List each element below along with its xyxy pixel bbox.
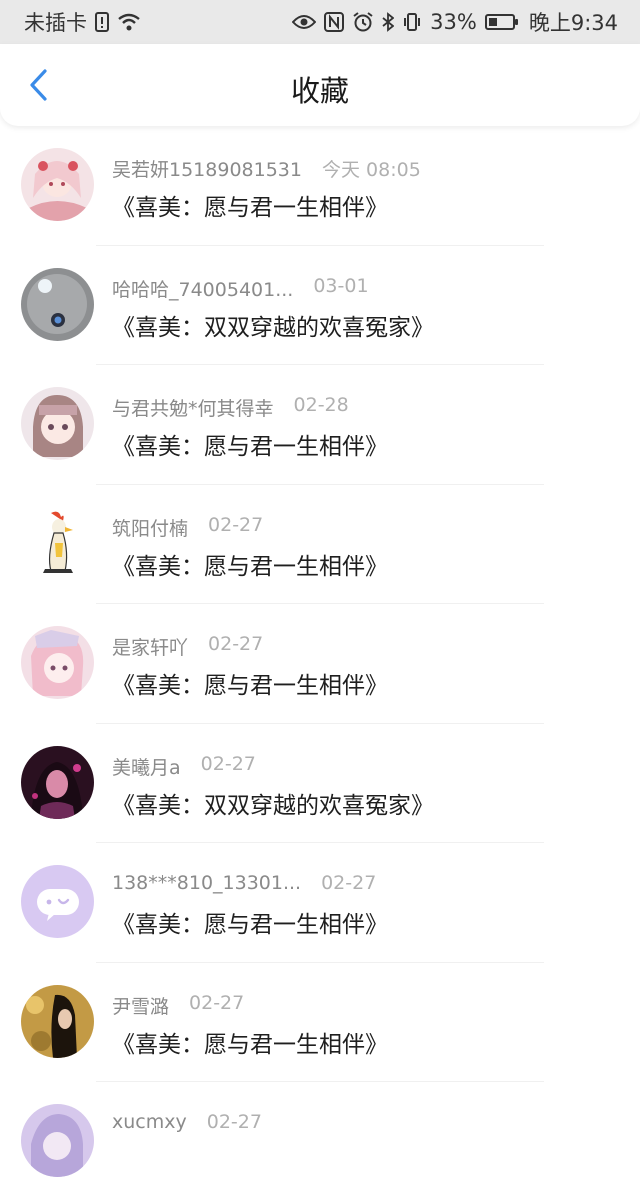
avatar[interactable] <box>21 865 94 938</box>
clock-time: 晚上9:34 <box>528 11 618 35</box>
list-item[interactable]: 哈哈哈_74005401... 03-01 《喜美：双双穿越的欢喜冤家》 <box>0 246 640 365</box>
item-date: 今天 08:05 <box>321 159 421 181</box>
user-name: 与君共勉*何其得幸 <box>112 398 274 420</box>
chevron-left-icon <box>30 69 47 101</box>
book-title: 《喜美：愿与君一生相伴》 <box>112 912 388 938</box>
list-item[interactable]: 筑阳付楠 02-27 《喜美：愿与君一生相伴》 <box>0 485 640 604</box>
carrier-label: 未插卡 <box>24 11 87 35</box>
page-title: 收藏 <box>290 74 349 108</box>
avatar[interactable] <box>21 267 94 341</box>
nfc-icon <box>324 12 345 32</box>
item-date: 02-27 <box>321 872 377 894</box>
list-item[interactable]: 尹雪潞 02-27 《喜美：愿与君一生相伴》 <box>0 963 640 1082</box>
app-header: 收藏 <box>0 44 640 126</box>
eye-icon <box>292 14 317 30</box>
user-name: xucmxy <box>112 1111 187 1133</box>
avatar[interactable] <box>21 506 94 580</box>
item-date: 02-27 <box>189 991 245 1014</box>
item-meta: xucmxy 02-27 <box>112 1111 262 1133</box>
item-meta: 哈哈哈_74005401... 03-01 <box>112 275 369 302</box>
item-meta: 与君共勉*何其得幸 02-28 <box>112 394 349 421</box>
user-name: 筑阳付楠 <box>112 517 189 540</box>
item-date: 02-27 <box>208 633 264 655</box>
avatar[interactable] <box>21 745 94 819</box>
user-name: 是家轩吖 <box>112 637 189 659</box>
item-meta: 138***810_13301... 02-27 <box>112 872 376 894</box>
avatar[interactable] <box>21 984 94 1058</box>
item-date: 02-27 <box>206 1111 262 1133</box>
status-right: 33% 晚上9:34 <box>292 7 618 37</box>
item-meta: 是家轩吖 02-27 <box>112 633 263 660</box>
item-date: 02-28 <box>293 394 349 416</box>
book-title: 《喜美：双双穿越的欢喜冤家》 <box>112 314 434 341</box>
item-date: 03-01 <box>313 274 369 297</box>
book-title: 《喜美：愿与君一生相伴》 <box>112 673 388 699</box>
item-meta: 筑阳付楠 02-27 <box>112 514 263 541</box>
item-date: 02-27 <box>200 752 256 775</box>
book-title: 《喜美：愿与君一生相伴》 <box>112 553 388 580</box>
favorites-list: 吴若妍15189081531 今天 08:05 《喜美：愿与君一生相伴》 哈哈哈… <box>0 126 640 1202</box>
avatar[interactable] <box>21 1104 94 1177</box>
user-name: 吴若妍15189081531 <box>112 159 302 181</box>
user-name: 尹雪潞 <box>112 995 170 1018</box>
user-name: 美曦月a <box>112 756 181 779</box>
status-left: 未插卡 <box>24 7 141 37</box>
avatar[interactable] <box>21 626 94 699</box>
user-name: 138***810_13301... <box>112 872 302 894</box>
status-bar: 未插卡 33% 晚上9:34 <box>0 0 640 44</box>
item-meta: 尹雪潞 02-27 <box>112 992 244 1019</box>
sim-alert-icon <box>95 12 109 32</box>
list-item[interactable]: 吴若妍15189081531 今天 08:05 《喜美：愿与君一生相伴》 <box>0 126 640 246</box>
list-item[interactable]: xucmxy 02-27 <box>0 1082 640 1202</box>
list-item[interactable]: 138***810_13301... 02-27 《喜美：愿与君一生相伴》 <box>0 843 640 963</box>
item-meta: 美曦月a 02-27 <box>112 753 256 780</box>
book-title: 《喜美：双双穿越的欢喜冤家》 <box>112 792 434 819</box>
item-date: 02-27 <box>208 513 264 536</box>
bluetooth-icon <box>382 12 395 32</box>
wifi-icon <box>117 12 141 32</box>
back-button[interactable] <box>18 64 58 106</box>
battery-percent: 33% <box>430 10 477 34</box>
list-item[interactable]: 与君共勉*何其得幸 02-28 《喜美：愿与君一生相伴》 <box>0 365 640 485</box>
item-meta: 吴若妍15189081531 今天 08:05 <box>112 155 421 182</box>
book-title: 《喜美：愿与君一生相伴》 <box>112 1031 388 1058</box>
alarm-icon <box>352 12 374 32</box>
book-title: 《喜美：愿与君一生相伴》 <box>112 434 388 460</box>
user-name: 哈哈哈_74005401... <box>112 278 294 301</box>
vibrate-icon <box>402 12 422 32</box>
avatar[interactable] <box>21 148 94 221</box>
avatar[interactable] <box>21 387 94 460</box>
book-title: 《喜美：愿与君一生相伴》 <box>112 195 388 221</box>
list-item[interactable]: 美曦月a 02-27 《喜美：双双穿越的欢喜冤家》 <box>0 724 640 843</box>
list-item[interactable]: 是家轩吖 02-27 《喜美：愿与君一生相伴》 <box>0 604 640 724</box>
battery-icon <box>484 14 518 30</box>
